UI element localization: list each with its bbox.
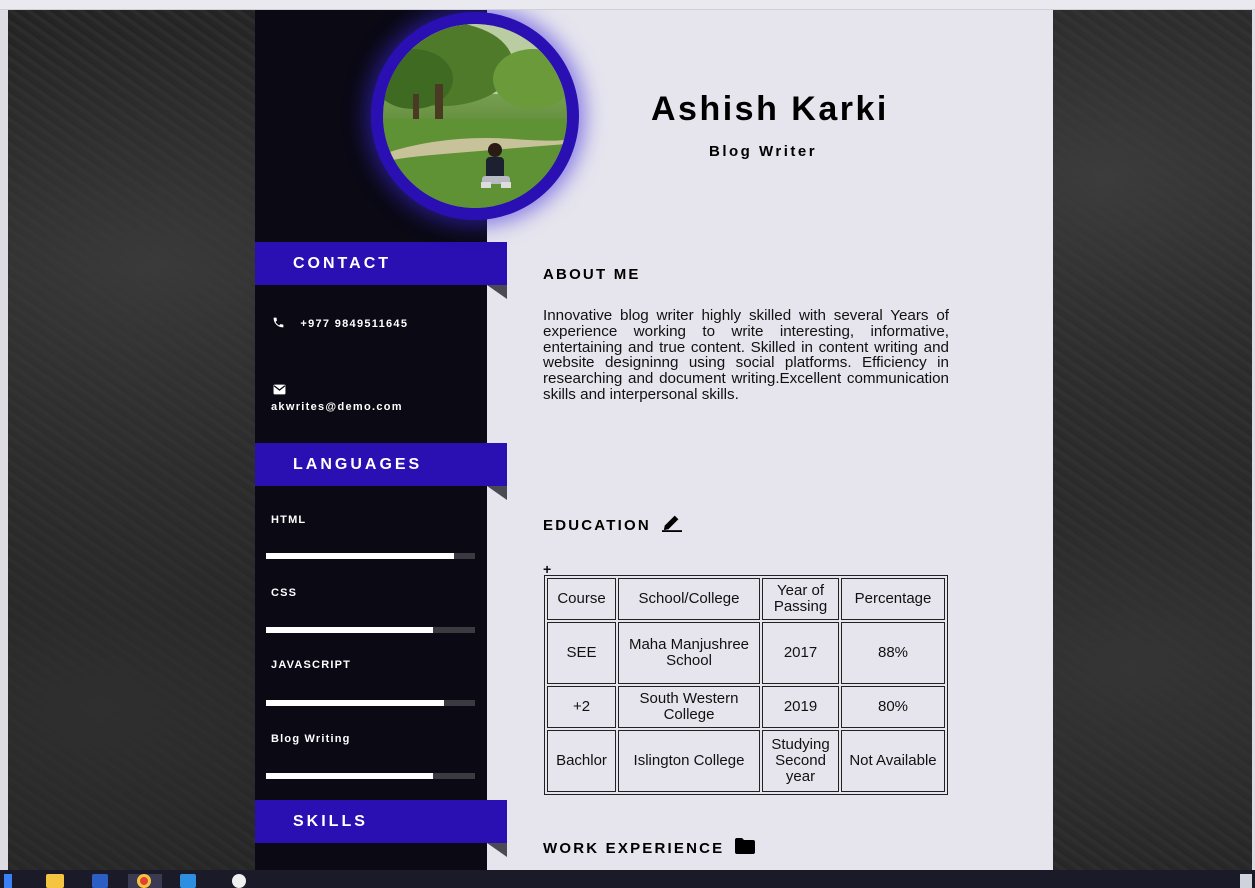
work-heading-label: WORK EXPERIENCE	[543, 840, 725, 857]
table-row: Bachlor Islington College Studying Secon…	[547, 730, 945, 792]
column-header: Percentage	[841, 578, 945, 620]
resume-main: Ashish Karki Blog Writer ABOUT ME Innova…	[543, 10, 1053, 870]
word-app-icon[interactable]	[92, 874, 108, 888]
column-header: School/College	[618, 578, 760, 620]
table-cell: 88%	[841, 622, 945, 684]
language-name: Blog Writing	[271, 733, 351, 745]
table-row: +2 South Western College 2019 80%	[547, 686, 945, 728]
table-cell: South Western College	[618, 686, 760, 728]
education-heading-label: EDUCATION	[543, 517, 651, 534]
profile-photo-ring	[371, 12, 579, 220]
skills-heading: SKILLS	[255, 800, 507, 857]
folder-icon	[734, 838, 755, 858]
column-header: Course	[547, 578, 616, 620]
mail-icon	[273, 384, 403, 398]
contact-email[interactable]: akwrites@demo.com	[271, 384, 403, 413]
table-row: SEE Maha Manjushree School 2017 88%	[547, 622, 945, 684]
language-name: JAVASCRIPT	[271, 659, 352, 671]
language-level-bar	[266, 553, 475, 559]
language-level-bar	[266, 700, 475, 706]
table-cell: 2019	[762, 686, 839, 728]
table-cell: Maha Manjushree School	[618, 622, 760, 684]
language-level-fill	[266, 627, 434, 633]
vscode-app-icon[interactable]	[180, 874, 196, 888]
contact-heading: CONTACT	[255, 242, 507, 299]
phone-icon	[272, 316, 285, 332]
language-level-fill	[266, 553, 455, 559]
phone-number: +977 9849511645	[300, 317, 409, 330]
education-table: Course School/College Year of Passing Pe…	[544, 575, 948, 795]
email-address: akwrites@demo.com	[271, 401, 403, 413]
education-heading: EDUCATION	[543, 512, 683, 536]
browser-top-edge	[0, 0, 1255, 10]
misc-app-icon[interactable]	[232, 874, 246, 888]
language-level-bar	[266, 773, 475, 779]
work-heading: WORK EXPERIENCE	[543, 838, 755, 858]
column-header: Year of Passing	[762, 578, 839, 620]
table-header-row: Course School/College Year of Passing Pe…	[547, 578, 945, 620]
table-cell: Bachlor	[547, 730, 616, 792]
language-name: HTML	[271, 514, 307, 526]
languages-heading: LANGUAGES	[255, 443, 507, 500]
os-taskbar	[0, 870, 1255, 888]
pencil-icon[interactable]	[661, 512, 683, 536]
table-cell: 80%	[841, 686, 945, 728]
table-cell: Studying Second year	[762, 730, 839, 792]
resume-card: CONTACT +977 9849511645 akwrites@demo.co…	[255, 10, 1053, 870]
profile-name: Ashish Karki	[651, 90, 889, 128]
language-level-fill	[266, 773, 434, 779]
notification-icon[interactable]	[1240, 874, 1252, 888]
about-heading: ABOUT ME	[543, 266, 641, 283]
start-icon[interactable]	[4, 874, 12, 888]
chrome-app-icon[interactable]	[128, 874, 162, 888]
profile-title: Blog Writer	[709, 143, 818, 160]
profile-photo	[383, 24, 567, 208]
table-cell: 2017	[762, 622, 839, 684]
table-cell: +2	[547, 686, 616, 728]
table-cell: Islington College	[618, 730, 760, 792]
about-text: Innovative blog writer highly skilled wi…	[543, 307, 949, 403]
table-cell: SEE	[547, 622, 616, 684]
window-left-edge	[0, 10, 8, 870]
table-cell: Not Available	[841, 730, 945, 792]
folder-app-icon[interactable]	[46, 874, 64, 888]
language-level-bar	[266, 627, 475, 633]
language-level-fill	[266, 700, 444, 706]
contact-phone[interactable]: +977 9849511645	[272, 316, 408, 332]
language-name: CSS	[271, 587, 298, 599]
